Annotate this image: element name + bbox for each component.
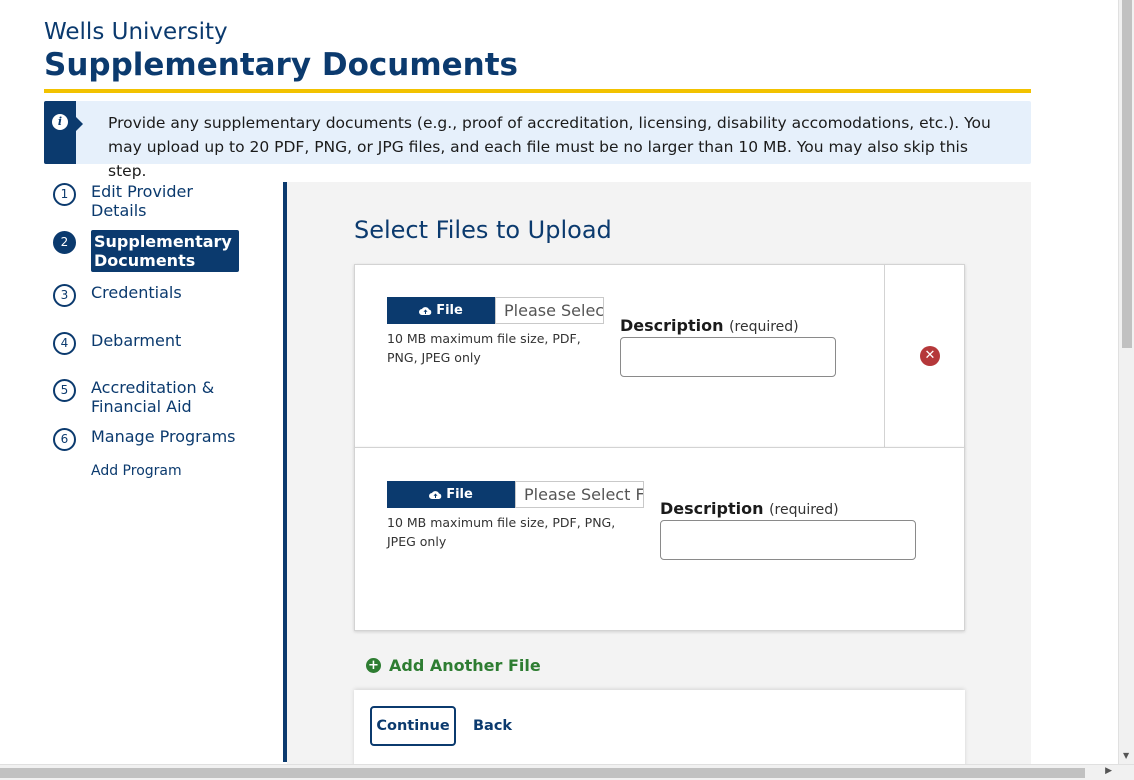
- description-label: Description (required): [620, 316, 799, 335]
- file-help-text: 10 MB maximum file size, PDF, PNG, JPEG …: [387, 515, 616, 549]
- back-button[interactable]: Back: [473, 718, 512, 734]
- cloud-upload-icon: [419, 307, 432, 315]
- step-number: 3: [53, 284, 76, 307]
- step-number: 1: [53, 183, 76, 206]
- add-another-file-button[interactable]: + Add Another File: [366, 656, 541, 675]
- vertical-scroll-thumb[interactable]: [1122, 0, 1132, 348]
- description-label-text: Description: [620, 316, 724, 335]
- step-label: Debarment: [91, 331, 182, 350]
- horizontal-scroll-thumb[interactable]: [0, 768, 1085, 778]
- description-input[interactable]: [660, 520, 916, 560]
- step-number: 2: [53, 231, 76, 254]
- description-input[interactable]: [620, 337, 836, 377]
- remove-file-icon[interactable]: ✕: [920, 346, 940, 366]
- file-name-field[interactable]: Please Select Fi: [515, 481, 644, 508]
- file-select-button[interactable]: File: [387, 481, 515, 508]
- file-upload-card: File Please Selec 10 MB maximum file siz…: [354, 264, 965, 448]
- step-number: 6: [53, 428, 76, 451]
- scroll-right-arrow-icon[interactable]: ▶: [1105, 766, 1112, 776]
- required-indicator: (required): [729, 319, 799, 335]
- plus-circle-icon: +: [366, 658, 381, 673]
- step-number: 4: [53, 332, 76, 355]
- step-number: 5: [53, 379, 76, 402]
- file-button-label: File: [446, 487, 473, 502]
- step-label: Edit Provider Details: [91, 182, 193, 220]
- cloud-upload-icon: [429, 491, 442, 499]
- continue-button[interactable]: Continue: [370, 706, 456, 746]
- page-title: Supplementary Documents: [44, 47, 518, 83]
- remove-file-column: ✕: [884, 265, 964, 447]
- step-label: Accreditation & Financial Aid: [91, 378, 215, 416]
- file-help-text: 10 MB maximum file size, PDF, PNG, JPEG …: [387, 331, 581, 365]
- step-label: Supplementary Documents: [91, 230, 239, 272]
- page-header: Wells University Supplementary Documents: [44, 18, 1031, 84]
- alert-text: Provide any supplementary documents (e.g…: [108, 114, 991, 180]
- step-label: Manage Programs: [91, 427, 236, 446]
- section-title: Select Files to Upload: [354, 216, 612, 244]
- description-label-text: Description: [660, 499, 764, 518]
- info-alert: i Provide any supplementary documents (e…: [44, 101, 1031, 180]
- vertical-scrollbar[interactable]: ▼: [1118, 0, 1134, 764]
- scroll-down-arrow-icon[interactable]: ▼: [1123, 751, 1129, 760]
- step-label: Credentials: [91, 283, 182, 302]
- header-divider: [44, 89, 1031, 93]
- add-program-link[interactable]: Add Program: [91, 463, 182, 479]
- alert-notch: [76, 117, 83, 131]
- university-name: Wells University: [44, 19, 228, 45]
- info-icon: i: [52, 114, 68, 130]
- required-indicator: (required): [769, 502, 839, 518]
- alert-stripe: [44, 101, 76, 164]
- file-button-label: File: [436, 303, 463, 318]
- add-file-label: Add Another File: [389, 656, 541, 675]
- horizontal-scrollbar[interactable]: ▶: [0, 764, 1134, 780]
- file-upload-card: File Please Select Fi 10 MB maximum file…: [354, 447, 965, 631]
- file-select-button[interactable]: File: [387, 297, 495, 324]
- description-label: Description (required): [660, 499, 839, 518]
- file-name-field[interactable]: Please Selec: [495, 297, 604, 324]
